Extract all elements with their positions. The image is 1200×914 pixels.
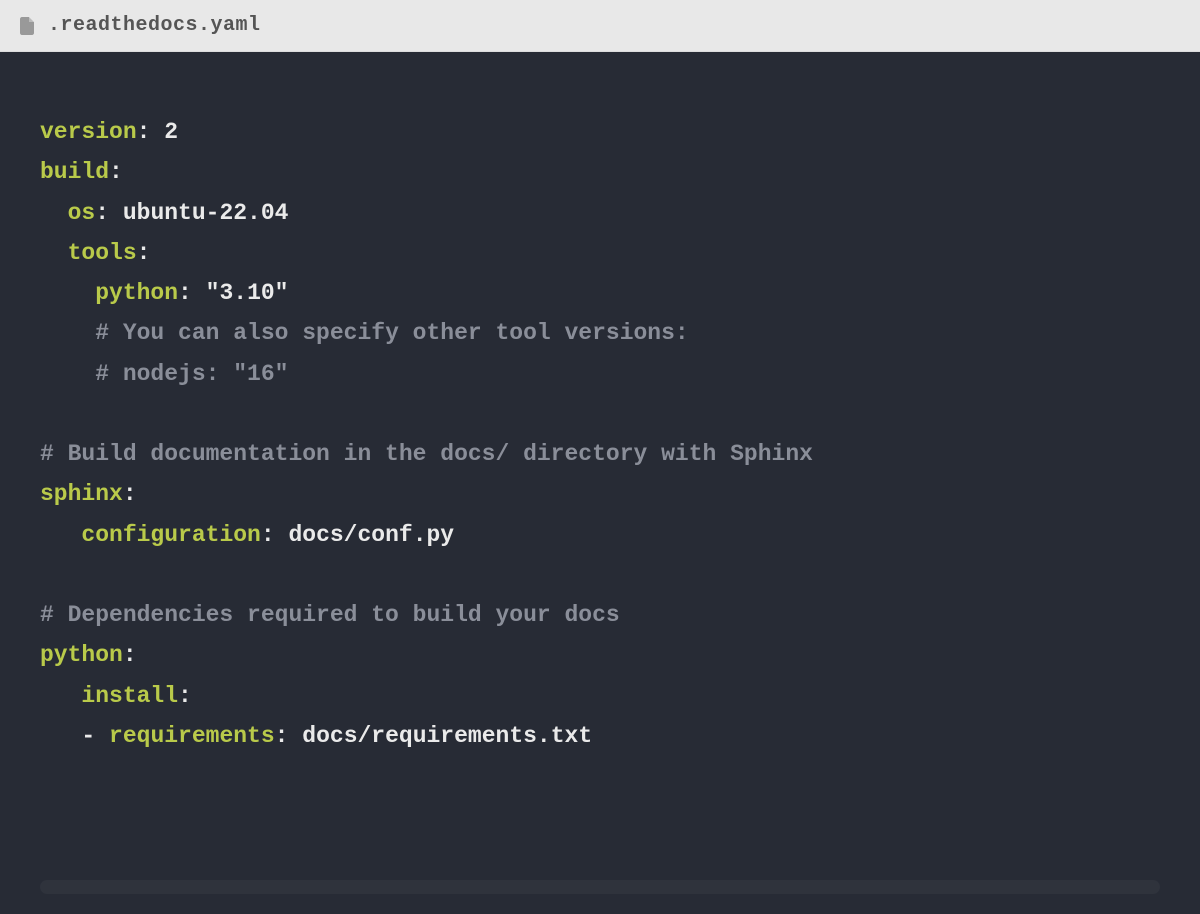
code-token: : [123, 642, 137, 668]
code-line: tools: [40, 233, 1160, 273]
code-token: docs/conf.py [275, 522, 454, 548]
code-token: : [123, 481, 137, 507]
code-token: sphinx [40, 481, 123, 507]
code-token [40, 320, 95, 346]
code-token: 2 [150, 119, 178, 145]
code-line: build: [40, 152, 1160, 192]
code-token: docs/requirements.txt [288, 723, 592, 749]
code-token [40, 522, 81, 548]
code-token [40, 240, 68, 266]
code-token: : [137, 119, 151, 145]
code-token [40, 562, 54, 588]
code-token: ubuntu-22.04 [109, 200, 288, 226]
code-token: install [81, 683, 178, 709]
horizontal-scrollbar[interactable] [40, 880, 1160, 894]
code-token: python [95, 280, 178, 306]
filename: .readthedocs.yaml [48, 14, 261, 37]
file-header: .readthedocs.yaml [0, 0, 1200, 52]
code-area[interactable]: version: 2build: os: ubuntu-22.04 tools:… [0, 52, 1200, 914]
code-token [192, 280, 206, 306]
code-token [40, 723, 81, 749]
code-token: # Build documentation in the docs/ direc… [40, 441, 813, 467]
code-token: : [95, 200, 109, 226]
code-token: os [68, 200, 96, 226]
code-line: sphinx: [40, 474, 1160, 514]
code-line: version: 2 [40, 112, 1160, 152]
code-line: configuration: docs/conf.py [40, 515, 1160, 555]
code-line: # Dependencies required to build your do… [40, 595, 1160, 635]
file-icon [20, 16, 36, 36]
code-content: version: 2build: os: ubuntu-22.04 tools:… [40, 112, 1160, 756]
code-line: os: ubuntu-22.04 [40, 193, 1160, 233]
code-token: version [40, 119, 137, 145]
code-token: configuration [81, 522, 260, 548]
code-token: tools [68, 240, 137, 266]
code-line: # You can also specify other tool versio… [40, 313, 1160, 353]
code-token: # nodejs: "16" [95, 361, 288, 387]
code-line: python: "3.10" [40, 273, 1160, 313]
code-token: "3.10" [206, 280, 289, 306]
code-token: # Dependencies required to build your do… [40, 602, 620, 628]
code-line [40, 555, 1160, 595]
code-token [40, 683, 81, 709]
code-token: : [109, 159, 123, 185]
code-token [40, 361, 95, 387]
code-token: : [178, 280, 192, 306]
code-line: # Build documentation in the docs/ direc… [40, 434, 1160, 474]
code-token [40, 401, 54, 427]
code-token: : [137, 240, 151, 266]
code-token: : [261, 522, 275, 548]
code-token: build [40, 159, 109, 185]
code-token: : [275, 723, 289, 749]
code-token: requirements [109, 723, 275, 749]
code-line: - requirements: docs/requirements.txt [40, 716, 1160, 756]
code-line: install: [40, 676, 1160, 716]
code-token [40, 280, 95, 306]
code-token: python [40, 642, 123, 668]
code-token: - [81, 723, 109, 749]
code-token [40, 200, 68, 226]
code-line: python: [40, 635, 1160, 675]
code-token: : [178, 683, 192, 709]
code-token: # You can also specify other tool versio… [95, 320, 689, 346]
code-line: # nodejs: "16" [40, 354, 1160, 394]
code-line [40, 394, 1160, 434]
